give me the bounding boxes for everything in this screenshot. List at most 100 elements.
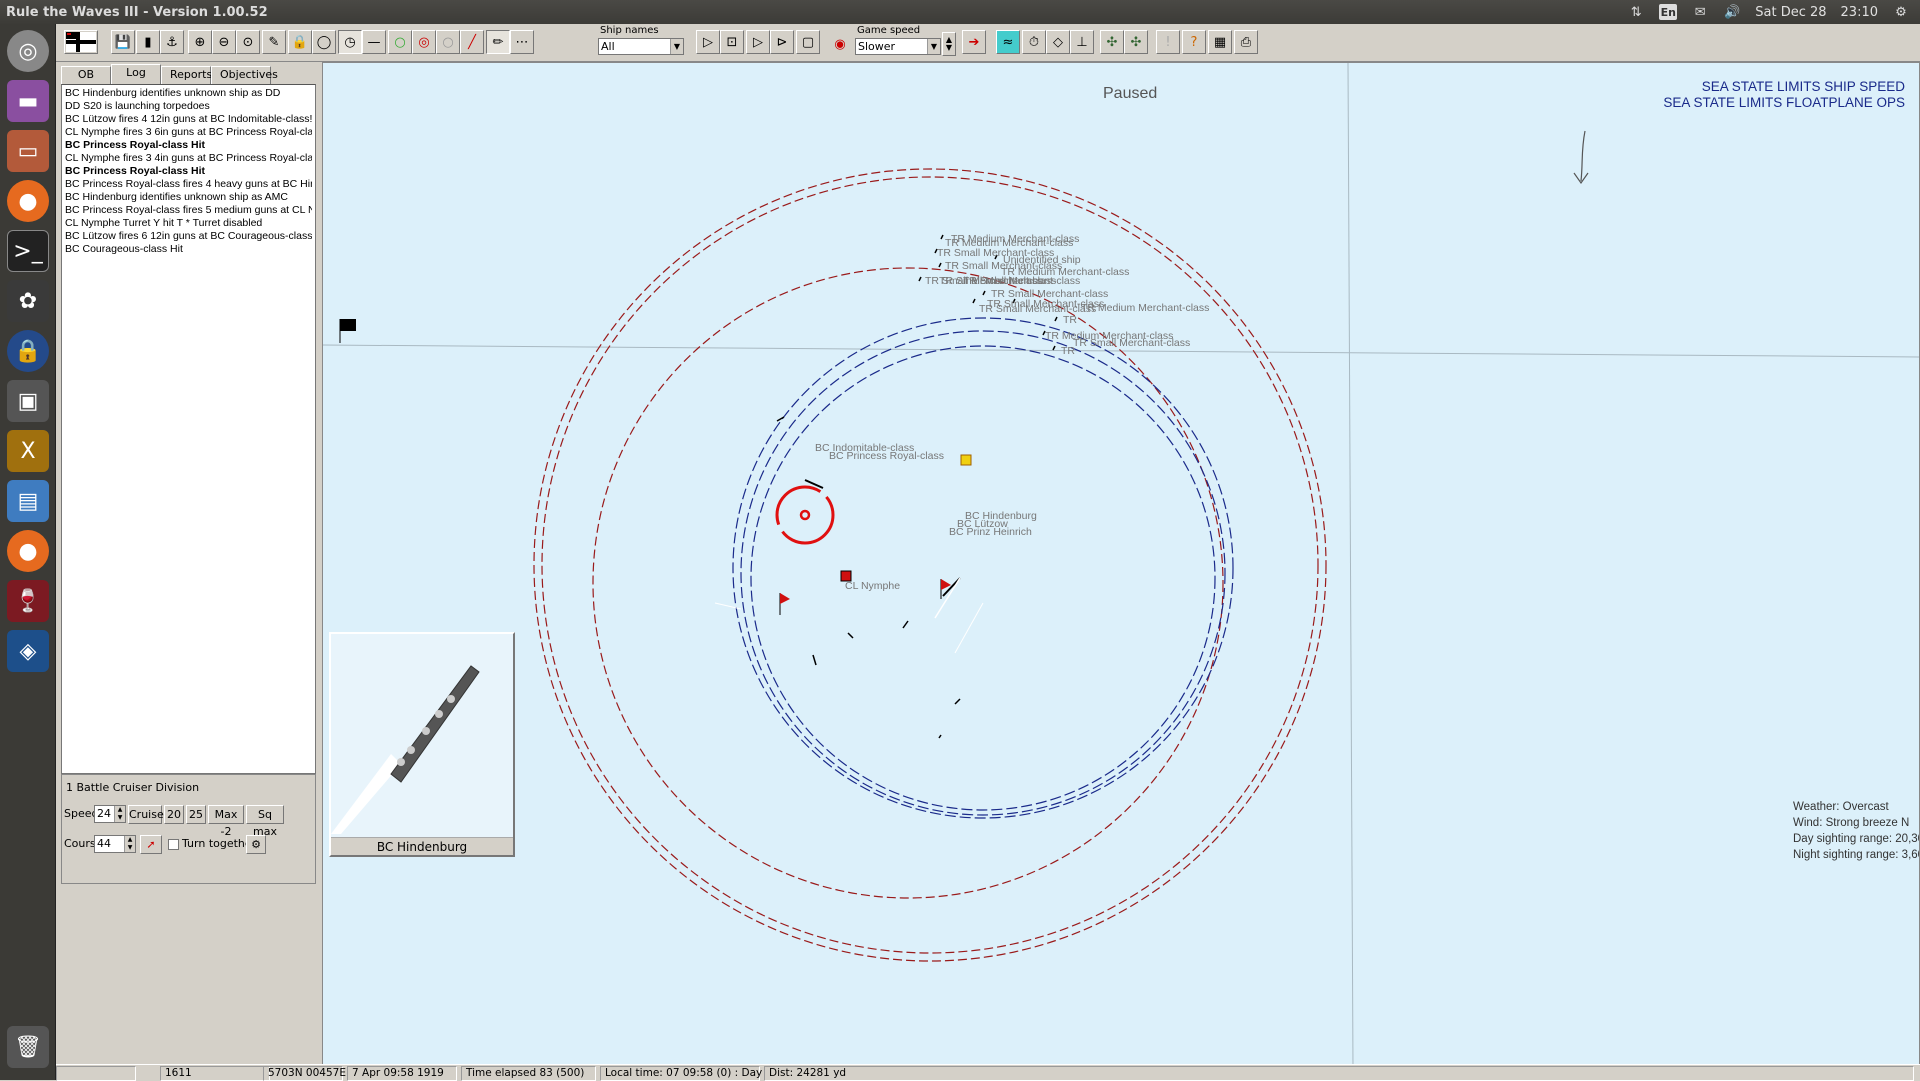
ship-mark [954, 698, 961, 705]
ships-list-icon[interactable]: ⚓ [160, 30, 184, 54]
unity-launcher: ◎ ▬ ▭ ● >_ ✿ 🔒 ▣ X ▤ ● 🍷 ◈ 🗑 [0, 24, 56, 1080]
course-spinner[interactable]: 44 ▲ ▼ [94, 835, 136, 853]
stopwatch-icon[interactable]: ⏱ [1022, 30, 1046, 54]
wine-icon[interactable]: 🍷 [7, 580, 49, 622]
speed-spinner-icon[interactable]: ▲ ▼ [942, 32, 956, 56]
clock-range-icon[interactable]: ◷ [338, 30, 362, 54]
pinwheel-app-icon[interactable]: ✿ [7, 280, 49, 322]
document-settings-icon[interactable]: ▦ [1208, 30, 1232, 54]
speed-spinner[interactable]: 24 ▲ ▼ [94, 805, 126, 823]
tab-ob[interactable]: OB [61, 66, 111, 84]
target-reticle [775, 485, 835, 545]
settings-gear-icon[interactable]: ⚙ [1892, 4, 1910, 20]
ship-label[interactable]: TR Small Merchant-class [1073, 337, 1190, 349]
lock-icon[interactable]: 🔒 [288, 30, 312, 54]
terminal-icon[interactable]: >_ [7, 230, 49, 272]
speed-25-button[interactable]: 25 [186, 805, 206, 824]
green-circle-icon[interactable]: ○ [388, 30, 412, 54]
red-target-icon[interactable]: ◎ [412, 30, 436, 54]
max-minus-2-button[interactable]: Max -2 [208, 805, 244, 838]
tactical-map[interactable]: Paused SEA STATE LIMITS SHIP SPEED SEA S… [322, 62, 1920, 1068]
sea-state-note-speed: SEA STATE LIMITS SHIP SPEED [1701, 79, 1905, 94]
game-speed-value: Slower [858, 40, 896, 53]
help-icon[interactable]: ? [1182, 30, 1206, 54]
red-arrow-icon[interactable]: ➔ [962, 30, 986, 54]
torpedo-icon[interactable]: ⊥ [1070, 30, 1094, 54]
file-manager-icon[interactable]: ▭ [7, 130, 49, 172]
tab-strip: OB Log Reports Objectives [61, 64, 278, 84]
ship-label[interactable]: TR Small Merchant-class [979, 303, 1096, 315]
firefox-alt-icon[interactable]: ● [7, 530, 49, 572]
status-distance: Dist: 24281 yd [764, 1066, 1914, 1081]
spin-arrows-icon[interactable]: ▲ ▼ [124, 836, 135, 852]
sq-max-button[interactable]: Sq max [246, 805, 284, 838]
firefox-icon[interactable]: ● [7, 180, 49, 222]
faster-forward-icon[interactable]: ⊳ [770, 30, 794, 54]
enemy-ship-label[interactable]: BC Princess Royal-class [829, 450, 944, 462]
clock-display[interactable]: 23:10 [1841, 5, 1878, 20]
virtualbox-icon[interactable]: ◈ [7, 630, 49, 672]
print-icon[interactable]: ⎙ [1234, 30, 1258, 54]
formation-settings-icon[interactable]: ✣ [1124, 30, 1148, 54]
date-display[interactable]: Sat Dec 28 [1755, 5, 1826, 20]
fast-forward-icon[interactable]: ▷ [746, 30, 770, 54]
friendly-ship-label[interactable]: CL Nymphe [845, 580, 900, 592]
window-app-icon[interactable]: ▣ [7, 380, 49, 422]
ubuntu-dash-icon[interactable]: ◎ [7, 30, 49, 72]
network-icon[interactable]: ⇅ [1627, 4, 1645, 20]
ship-label[interactable]: TR Medium Merchant-class [1081, 302, 1209, 314]
mail-icon[interactable]: ✉ [1691, 4, 1709, 20]
range-ring [533, 168, 1327, 962]
speed-20-button[interactable]: 20 [164, 805, 184, 824]
log-line: BC Princess Royal-class fires 5 medium g… [65, 204, 312, 216]
video-app-icon[interactable]: ▬ [7, 80, 49, 122]
spin-arrows-icon[interactable]: ▲ ▼ [114, 806, 125, 822]
toolbar: 💾 ▮ ⚓ ⊕ ⊖ ⊙ ✎ 🔒 ◯ ◷ — ○ ◎ ○ ╱ ✏ ⋯ Ship n… [56, 24, 1920, 62]
selected-ship-view[interactable]: BC Hindenburg [329, 632, 515, 857]
turn-together-checkbox[interactable] [168, 839, 179, 850]
notebook-icon[interactable]: ▮ [136, 30, 160, 54]
sea-state-icon[interactable]: ≈ [996, 30, 1020, 54]
zoom-in-icon[interactable]: ⊕ [188, 30, 212, 54]
game-speed-select[interactable]: Slower ▼ [855, 38, 941, 55]
dashes-icon[interactable]: ⋯ [510, 30, 534, 54]
lock-app-icon[interactable]: 🔒 [7, 330, 49, 372]
document-icon[interactable]: ▤ [7, 480, 49, 522]
save-icon[interactable]: 💾 [111, 30, 135, 54]
cruise-button[interactable]: Cruise [128, 805, 164, 824]
ship-wake [954, 602, 984, 654]
volume-icon[interactable]: 🔊 [1723, 4, 1741, 20]
disabled-button-icon[interactable]: ! [1156, 30, 1180, 54]
paused-indicator: Paused [1103, 85, 1158, 102]
red-line-icon[interactable]: ╱ [460, 30, 484, 54]
course-pointer-icon[interactable]: ➚ [140, 835, 162, 854]
trash-icon[interactable]: 🗑 [7, 1026, 49, 1068]
formation-gear-icon[interactable]: ⚙ [246, 835, 266, 854]
zoom-fit-icon[interactable]: ⊙ [236, 30, 260, 54]
step-icon[interactable]: ⊡ [720, 30, 744, 54]
log-line: BC Lützow fires 6 12in guns at BC Courag… [65, 230, 312, 242]
formation-icon[interactable]: ✣ [1100, 30, 1124, 54]
brush-icon[interactable]: ✎ [262, 30, 286, 54]
play-icon[interactable]: ▷ [696, 30, 720, 54]
ship-label[interactable]: TR Small Merchant-class [963, 275, 1080, 287]
ship-label[interactable]: TR [1063, 314, 1077, 326]
pencil-icon[interactable]: ✏ [486, 30, 510, 54]
stop-icon[interactable]: ▢ [796, 30, 820, 54]
tab-objectives[interactable]: Objectives [211, 66, 278, 84]
friendly-ship-label[interactable]: BC Prinz Heinrich [949, 526, 1032, 538]
ship-label[interactable]: TR [1061, 345, 1075, 357]
record-icon[interactable]: ◉ [830, 34, 850, 54]
eraser-icon[interactable]: ◇ [1046, 30, 1070, 54]
battle-log[interactable]: BC Hindenburg identifies unknown ship as… [61, 84, 316, 774]
range-circle-icon[interactable]: ◯ [312, 30, 336, 54]
grey-circle-icon[interactable]: ○ [436, 30, 460, 54]
game-window: 💾 ▮ ⚓ ⊕ ⊖ ⊙ ✎ 🔒 ◯ ◷ — ○ ◎ ○ ╱ ✏ ⋯ Ship n… [56, 24, 1920, 1081]
ship-names-select[interactable]: All ▼ [598, 38, 684, 55]
keyboard-layout-indicator[interactable]: En [1659, 4, 1678, 20]
tab-log[interactable]: Log [111, 64, 161, 84]
line-icon[interactable]: — [362, 30, 386, 54]
tab-reports[interactable]: Reports [161, 66, 212, 84]
dosbox-icon[interactable]: X [7, 430, 49, 472]
zoom-out-icon[interactable]: ⊖ [212, 30, 236, 54]
